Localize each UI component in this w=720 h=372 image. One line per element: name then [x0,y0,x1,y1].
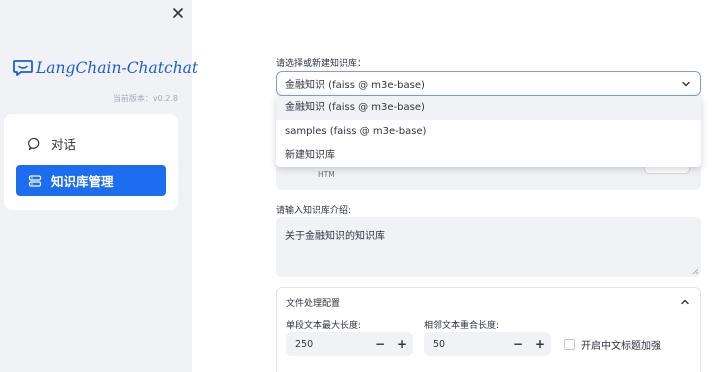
file-config-expander: 文件处理配置 单段文本最大长度: 250 − + 相邻文本重合长度: 50 − … [276,287,701,372]
overlap-value: 50 [433,338,446,350]
decrement-button[interactable]: − [507,337,529,351]
kb-intro-textarea[interactable]: 关于金融知识的知识库 [276,217,701,277]
chunk-size-value: 250 [295,338,314,350]
brand-logo: LangChain-Chatchat [12,57,198,79]
kb-intro-value: 关于金融知识的知识库 [285,231,385,242]
nav-item-label: 对话 [51,137,77,152]
zh-title-enhance-checkbox[interactable]: 开启中文标题加强 [564,337,661,352]
stepper-buttons: − + [507,332,551,356]
main-panel: 请选择或新建知识库： 金融知识 (faiss @ m3e-base) HTM 金… [192,0,720,372]
expander-title: 文件处理配置 [286,299,341,309]
kb-select[interactable]: 金融知识 (faiss @ m3e-base) [276,71,701,96]
kb-select-value: 金融知识 (faiss @ m3e-base) [285,80,425,91]
brand-name: LangChain-Chatchat [36,59,199,77]
overlap-input[interactable]: 50 − + [424,332,551,356]
chunk-size-label: 单段文本最大长度: [286,321,362,331]
covered-text: HTM [318,170,335,179]
checkbox-box[interactable] [564,339,575,350]
chunk-size-input[interactable]: 250 − + [286,332,413,356]
nav-item-label: 知识库管理 [51,174,114,189]
database-icon [28,174,42,187]
chat-bubble-icon [28,137,40,150]
chevron-up-icon[interactable] [680,297,690,307]
close-icon[interactable] [170,5,186,21]
dropdown-option[interactable]: samples (faiss @ m3e-base) [276,120,701,144]
chat-logo-icon [13,60,33,76]
nav-menu: 对话 知识库管理 [4,114,178,210]
increment-button[interactable]: + [529,337,551,351]
chevron-down-icon [682,81,690,87]
overlap-label: 相邻文本重合长度: [424,321,500,331]
sidebar: LangChain-Chatchat 当前版本：v0.2.8 对话 知识库管理 [0,0,198,372]
kb-select-label: 请选择或新建知识库： [276,59,367,69]
nav-item-kb-manage[interactable]: 知识库管理 [16,165,166,196]
increment-button[interactable]: + [391,337,413,351]
version-label: 当前版本：v0.2.8 [112,94,178,103]
kb-dropdown-menu: 金融知识 (faiss @ m3e-base) samples (faiss @… [276,96,701,167]
stepper-buttons: − + [369,332,413,356]
dropdown-option[interactable]: 新建知识库 [276,144,701,167]
dropdown-option[interactable]: 金融知识 (faiss @ m3e-base) [276,96,701,120]
checkbox-label: 开启中文标题加强 [581,341,661,352]
nav-item-chat[interactable]: 对话 [16,128,166,159]
decrement-button[interactable]: − [369,337,391,351]
intro-label: 请输入知识库介绍: [276,206,352,216]
resize-handle-icon[interactable] [692,268,699,275]
